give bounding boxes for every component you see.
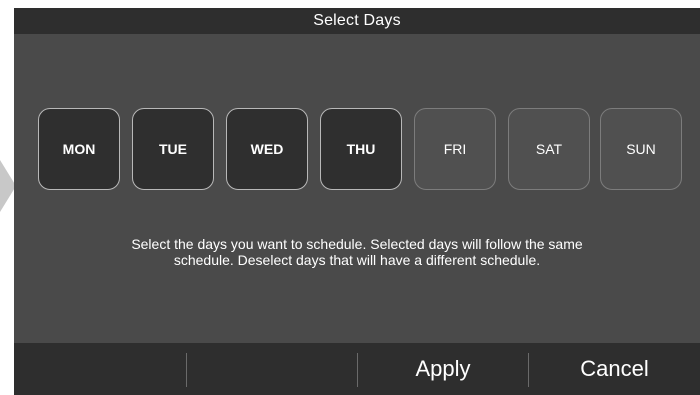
day-button-tue[interactable]: TUE bbox=[132, 108, 214, 190]
day-label: THU bbox=[346, 141, 376, 157]
instructions-line-2: schedule. Deselect days that will have a… bbox=[173, 252, 541, 268]
page-title: Select Days bbox=[14, 8, 700, 34]
day-label: FRI bbox=[443, 141, 467, 157]
bar-divider bbox=[186, 353, 187, 387]
instructions-line-1: Select the days you want to schedule. Se… bbox=[131, 236, 583, 252]
action-bar: Apply Cancel bbox=[14, 343, 700, 395]
day-button-sun[interactable]: SUN bbox=[600, 108, 682, 190]
cancel-button[interactable]: Cancel bbox=[529, 343, 700, 395]
thermostat-screen: Select Days MON TUE WED THU FRI SAT SUN … bbox=[14, 8, 700, 395]
day-button-thu[interactable]: THU bbox=[320, 108, 402, 190]
day-selector: MON TUE WED THU FRI SAT SUN bbox=[38, 108, 684, 192]
day-button-fri[interactable]: FRI bbox=[414, 108, 496, 190]
day-label: WED bbox=[250, 141, 284, 157]
instructions-text: Select the days you want to schedule. Se… bbox=[34, 236, 680, 268]
day-label: TUE bbox=[159, 141, 187, 157]
day-label: SUN bbox=[626, 141, 656, 157]
day-label: MON bbox=[62, 141, 96, 157]
day-button-wed[interactable]: WED bbox=[226, 108, 308, 190]
apply-button[interactable]: Apply bbox=[358, 343, 528, 395]
day-label: SAT bbox=[535, 141, 563, 157]
day-button-sat[interactable]: SAT bbox=[508, 108, 590, 190]
day-button-mon[interactable]: MON bbox=[38, 108, 120, 190]
